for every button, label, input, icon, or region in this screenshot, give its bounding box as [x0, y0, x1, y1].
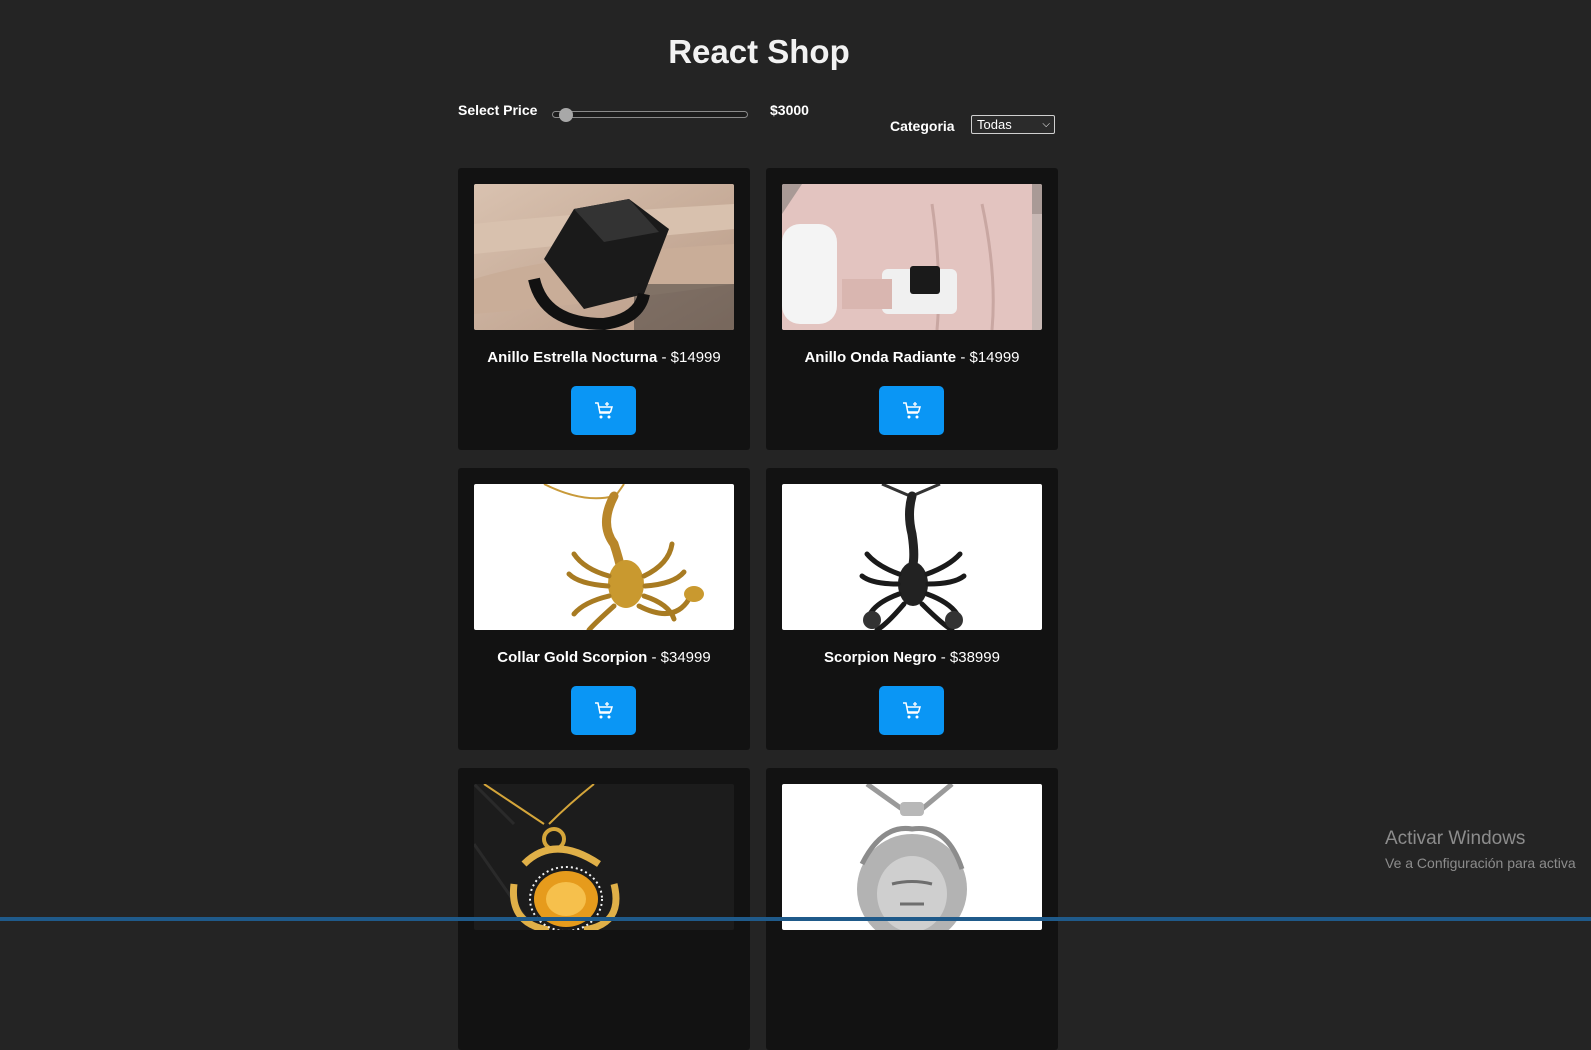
product-card: Scorpion Negro - $38999 [766, 468, 1058, 750]
price-slider[interactable] [552, 108, 748, 122]
product-name: Collar Gold Scorpion [497, 649, 648, 666]
product-image-black-scorpion [782, 484, 1042, 630]
add-to-cart-button[interactable] [879, 386, 944, 435]
product-card [458, 768, 750, 1050]
chevron-down-icon: ⌵ [1042, 119, 1050, 130]
taskbar-edge [0, 917, 1591, 921]
product-name: Anillo Estrella Nocturna [487, 349, 658, 366]
product-card: Anillo Onda Radiante - $14999 [766, 168, 1058, 450]
product-caption: Anillo Onda Radiante - $14999 [766, 349, 1058, 366]
cart-add-icon [594, 401, 613, 418]
product-price: - $14999 [661, 349, 721, 366]
cart-add-icon [902, 701, 921, 718]
windows-activation-watermark: Activar Windows Ve a Configuración para … [1385, 828, 1576, 871]
product-image-gold-scorpion [474, 484, 734, 630]
product-caption: Collar Gold Scorpion - $34999 [458, 649, 750, 666]
product-image-black-ring [474, 184, 734, 330]
add-to-cart-button[interactable] [879, 686, 944, 735]
product-image-gold-gem-pendant [474, 784, 734, 930]
product-card: Anillo Estrella Nocturna - $14999 [458, 168, 750, 450]
product-name: Scorpion Negro [824, 649, 937, 666]
watermark-line2: Ve a Configuración para activa [1385, 855, 1576, 871]
cart-add-icon [594, 701, 613, 718]
product-image-silver-lion-pendant [782, 784, 1042, 930]
product-image-silver-ring [782, 184, 1042, 330]
category-filter-label: Categoria [890, 118, 955, 134]
product-caption: Scorpion Negro - $38999 [766, 649, 1058, 666]
product-name: Anillo Onda Radiante [804, 349, 957, 366]
product-price: - $14999 [960, 349, 1020, 366]
product-card [766, 768, 1058, 1050]
product-card: Collar Gold Scorpion - $34999 [458, 468, 750, 750]
product-price: - $38999 [940, 649, 1000, 666]
product-price: - $34999 [651, 649, 711, 666]
price-filter-label: Select Price [458, 102, 538, 118]
price-slider-track[interactable] [552, 111, 748, 118]
price-slider-thumb[interactable] [559, 108, 574, 122]
page-title: React Shop [668, 33, 850, 70]
category-select-value: Todas [977, 117, 1012, 132]
cart-add-icon [902, 401, 921, 418]
category-select[interactable]: Todas ⌵ [971, 115, 1055, 134]
add-to-cart-button[interactable] [571, 686, 636, 735]
price-filter-value: $3000 [770, 102, 809, 118]
price-filter: Select Price $3000 [458, 102, 818, 132]
add-to-cart-button[interactable] [571, 386, 636, 435]
product-caption: Anillo Estrella Nocturna - $14999 [458, 349, 750, 366]
watermark-line1: Activar Windows [1385, 828, 1526, 849]
